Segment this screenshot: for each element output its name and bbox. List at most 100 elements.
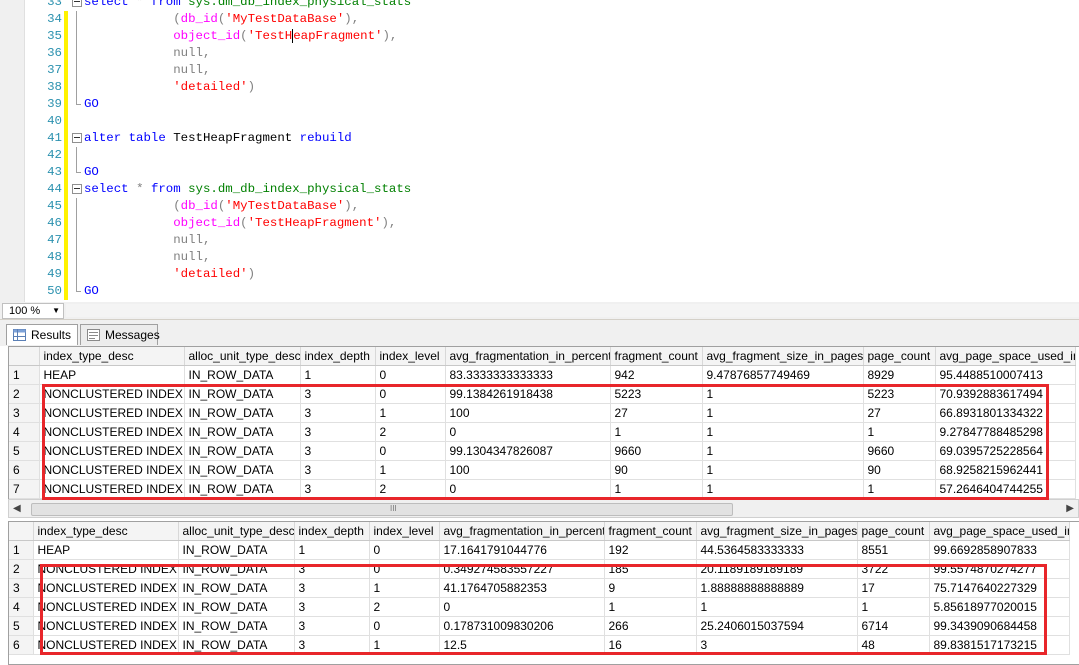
grid-cell[interactable]: IN_ROW_DATA <box>178 635 295 655</box>
grid-corner[interactable] <box>9 347 40 366</box>
grid-cell[interactable]: 5223 <box>863 384 936 404</box>
grid-cell[interactable]: 1 <box>702 441 864 461</box>
zoom-select[interactable]: 100 % ▼ <box>2 303 64 319</box>
grid-cell[interactable]: NONCLUSTERED INDEX <box>39 441 185 461</box>
grid-cell[interactable]: 185 <box>604 559 697 579</box>
grid-cell[interactable]: IN_ROW_DATA <box>178 597 295 617</box>
collapse-icon[interactable] <box>70 130 82 147</box>
grid-cell[interactable]: 100 <box>445 460 611 480</box>
code-line[interactable]: 36 null, <box>0 45 1079 62</box>
grid-cell[interactable]: 2 <box>375 479 446 499</box>
grid-cell[interactable]: 44.5364583333333 <box>696 540 858 560</box>
column-header[interactable]: index_depth <box>294 522 370 541</box>
grid-cell[interactable]: 99.1304347826087 <box>445 441 611 461</box>
column-header[interactable]: index_depth <box>300 347 376 366</box>
grid-cell[interactable]: 12.5 <box>439 635 605 655</box>
grid-cell[interactable]: NONCLUSTERED INDEX <box>33 578 179 598</box>
grid-cell[interactable]: 57.2646404744255 <box>935 479 1076 499</box>
column-header[interactable]: page_count <box>857 522 930 541</box>
row-number[interactable]: 6 <box>9 460 40 480</box>
grid-cell[interactable]: 9660 <box>863 441 936 461</box>
grid-cell[interactable]: 90 <box>863 460 936 480</box>
column-header[interactable]: avg_page_space_used_in_percent <box>935 347 1076 366</box>
row-number[interactable]: 4 <box>9 597 34 617</box>
column-header[interactable]: avg_fragmentation_in_percent <box>439 522 605 541</box>
grid-cell[interactable]: 48 <box>857 635 930 655</box>
grid-cell[interactable]: 99.1384261918438 <box>445 384 611 404</box>
grid-cell[interactable]: 0 <box>369 559 440 579</box>
grid-cell[interactable]: 0 <box>445 422 611 442</box>
grid-cell[interactable]: IN_ROW_DATA <box>178 540 295 560</box>
row-number[interactable]: 2 <box>9 559 34 579</box>
results-grid-1[interactable]: index_type_desc alloc_unit_type_desc index… <box>8 346 1079 500</box>
grid-cell[interactable]: 1 <box>369 635 440 655</box>
grid-cell[interactable]: 266 <box>604 616 697 636</box>
grid-cell[interactable]: 27 <box>610 403 703 423</box>
grid-cell[interactable]: 99.6692858907833 <box>929 540 1070 560</box>
grid-cell[interactable]: 5.85618977020015 <box>929 597 1070 617</box>
table-row[interactable]: 2 NONCLUSTERED INDEX IN_ROW_DATA 3 0 99.13842… <box>9 384 1076 404</box>
table-row[interactable]: 3 NONCLUSTERED INDEX IN_ROW_DATA 3 1 100 27 1 27… <box>9 403 1076 423</box>
grid-horizontal-scrollbar[interactable]: ◀ III ▶ <box>8 499 1079 518</box>
tab-messages[interactable]: Messages <box>80 324 160 345</box>
collapse-icon[interactable] <box>70 181 82 198</box>
grid-cell[interactable]: NONCLUSTERED INDEX <box>39 384 185 404</box>
grid-cell[interactable]: 16 <box>604 635 697 655</box>
grid-cell[interactable]: HEAP <box>39 365 185 385</box>
code-line[interactable]: 39 GO <box>0 96 1079 113</box>
grid-cell[interactable]: IN_ROW_DATA <box>184 365 301 385</box>
grid-cell[interactable]: 69.0395725228564 <box>935 441 1076 461</box>
column-header[interactable]: index_level <box>369 522 440 541</box>
grid-cell[interactable]: 1 <box>702 422 864 442</box>
code-line[interactable]: 37 null, <box>0 62 1079 79</box>
grid-cell[interactable]: 2 <box>369 597 440 617</box>
grid-cell[interactable]: NONCLUSTERED INDEX <box>39 479 185 499</box>
row-number[interactable]: 7 <box>9 479 40 499</box>
grid-cell[interactable]: 942 <box>610 365 703 385</box>
grid-cell[interactable]: 70.9392883617494 <box>935 384 1076 404</box>
tab-results[interactable]: Results <box>6 324 78 345</box>
grid-cell[interactable]: IN_ROW_DATA <box>184 441 301 461</box>
grid-cell[interactable]: 3 <box>294 578 370 598</box>
grid-cell[interactable]: 0 <box>375 365 446 385</box>
code-line[interactable]: 41 alter table TestHeapFragment rebuild <box>0 130 1079 147</box>
table-row[interactable]: 1 HEAP IN_ROW_DATA 1 0 17.1641791044776 192 44.… <box>9 540 1070 560</box>
grid-cell[interactable]: 9.27847788485298 <box>935 422 1076 442</box>
grid-cell[interactable]: 0 <box>369 540 440 560</box>
grid-cell[interactable]: 1 <box>610 422 703 442</box>
grid-cell[interactable]: 99.3439090684458 <box>929 616 1070 636</box>
grid-cell[interactable]: IN_ROW_DATA <box>184 479 301 499</box>
code-line[interactable]: 40 <box>0 113 1079 130</box>
code-line[interactable]: 44 select * from sys.dm_db_index_physical… <box>0 181 1079 198</box>
grid-cell[interactable]: NONCLUSTERED INDEX <box>33 616 179 636</box>
table-row[interactable]: 2 NONCLUSTERED INDEX IN_ROW_DATA 3 0 0.349274… <box>9 559 1070 579</box>
grid-cell[interactable]: IN_ROW_DATA <box>184 384 301 404</box>
table-row[interactable]: 6 NONCLUSTERED INDEX IN_ROW_DATA 3 1 100 90 1 90… <box>9 460 1076 480</box>
code-line[interactable]: 35 object_id('TestHeapFragment'), <box>0 28 1079 45</box>
grid-cell[interactable]: 83.3333333333333 <box>445 365 611 385</box>
grid-cell[interactable]: 5223 <box>610 384 703 404</box>
grid-cell[interactable]: 1 <box>300 365 376 385</box>
column-header[interactable]: fragment_count <box>610 347 703 366</box>
grid-cell[interactable]: 0.178731009830206 <box>439 616 605 636</box>
collapse-icon[interactable] <box>70 0 82 11</box>
column-header[interactable]: page_count <box>863 347 936 366</box>
grid-cell[interactable]: 1 <box>857 597 930 617</box>
row-number[interactable]: 6 <box>9 635 34 655</box>
grid-cell[interactable]: NONCLUSTERED INDEX <box>33 597 179 617</box>
grid-cell[interactable]: 3 <box>294 635 370 655</box>
grid-cell[interactable]: 0 <box>375 384 446 404</box>
grid-cell[interactable]: 9 <box>604 578 697 598</box>
code-line[interactable]: 48 null, <box>0 249 1079 266</box>
table-row[interactable]: 5 NONCLUSTERED INDEX IN_ROW_DATA 3 0 0.178731… <box>9 616 1070 636</box>
scroll-left-icon[interactable]: ◀ <box>13 503 21 514</box>
grid-cell[interactable]: 95.4488510007413 <box>935 365 1076 385</box>
grid-cell[interactable]: 3 <box>294 616 370 636</box>
grid-cell[interactable]: IN_ROW_DATA <box>178 616 295 636</box>
grid-cell[interactable]: IN_ROW_DATA <box>184 460 301 480</box>
grid-cell[interactable]: IN_ROW_DATA <box>178 578 295 598</box>
grid-cell[interactable]: 1 <box>294 540 370 560</box>
grid-cell[interactable]: 1.88888888888889 <box>696 578 858 598</box>
column-header[interactable]: fragment_count <box>604 522 697 541</box>
row-number[interactable]: 4 <box>9 422 40 442</box>
